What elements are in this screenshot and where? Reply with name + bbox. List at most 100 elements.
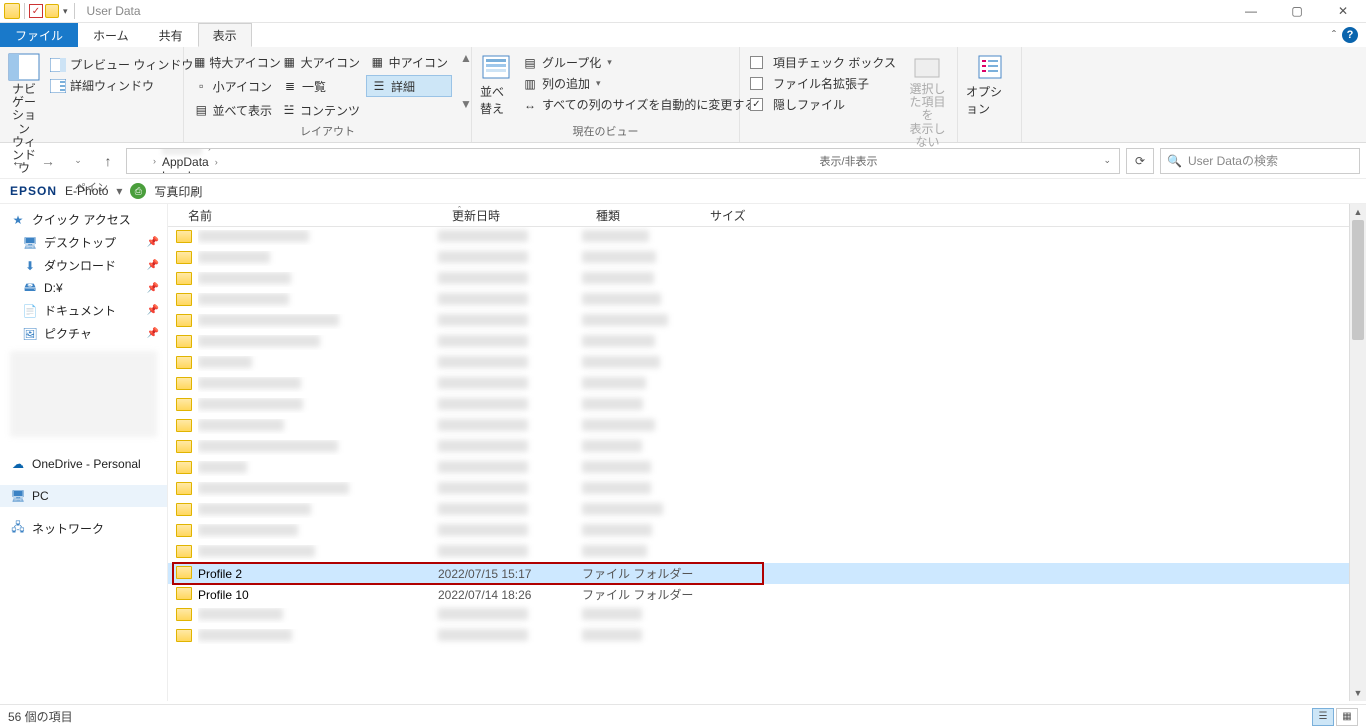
details-pane-button[interactable]: 詳細ウィンドウ: [46, 76, 197, 95]
nav-quick-item-0[interactable]: 🖥デスクトップ📌: [0, 231, 167, 254]
refresh-button[interactable]: ⟳: [1126, 148, 1154, 174]
star-icon: ★: [10, 212, 26, 228]
layout-details[interactable]: ☰詳細: [366, 75, 452, 97]
layout-large[interactable]: ▦大アイコン: [278, 51, 364, 73]
view-large-icons-button[interactable]: ▦: [1336, 708, 1358, 726]
back-button[interactable]: ←: [6, 149, 30, 173]
maximize-button[interactable]: ▢: [1274, 0, 1320, 23]
add-columns-button[interactable]: ▥列の追加▾: [518, 74, 760, 93]
table-row[interactable]: [168, 227, 1366, 248]
checkbox-item-checkboxes[interactable]: 項目チェック ボックス: [746, 53, 900, 72]
layout-scroll-down-icon[interactable]: ▼: [460, 97, 472, 111]
table-row[interactable]: [168, 500, 1366, 521]
scroll-up-icon[interactable]: ▲: [1350, 204, 1366, 220]
breadcrumb-5[interactable]: Local›: [160, 169, 227, 174]
scrollbar-thumb[interactable]: [1352, 220, 1364, 340]
nav-network[interactable]: 🖧 ネットワーク: [0, 517, 167, 540]
nav-quick-item-4[interactable]: 🖼ピクチャ📌: [0, 322, 167, 345]
table-row[interactable]: [168, 626, 1366, 647]
layout-small[interactable]: ▫小アイコン: [190, 75, 276, 97]
navigation-pane[interactable]: ★ クイック アクセス 🖥デスクトップ📌⬇ダウンロード📌🖴D:¥📌📄ドキュメント…: [0, 204, 168, 701]
pin-icon: 📌: [147, 305, 159, 316]
scroll-down-icon[interactable]: ▼: [1350, 685, 1366, 701]
help-icon[interactable]: ?: [1342, 27, 1358, 43]
qat-newfolder-icon[interactable]: [45, 4, 59, 18]
address-dropdown-icon[interactable]: ⌄: [1099, 155, 1115, 166]
picture-icon: 🖼: [22, 326, 38, 342]
table-row[interactable]: [168, 605, 1366, 626]
recent-locations-button[interactable]: ⌄: [66, 149, 90, 173]
checkbox-file-extensions[interactable]: ファイル名拡張子: [746, 74, 900, 93]
app-icon: [4, 3, 20, 19]
layout-medium[interactable]: ▦中アイコン: [366, 51, 452, 73]
nav-quick-item-3[interactable]: 📄ドキュメント📌: [0, 299, 167, 322]
epson-print-label[interactable]: 写真印刷: [154, 183, 202, 200]
table-row[interactable]: [168, 521, 1366, 542]
layout-extra-large[interactable]: ▦特大アイコン: [190, 51, 276, 73]
file-rows[interactable]: Profile 22022/07/15 15:17ファイル フォルダーProfi…: [168, 227, 1366, 701]
layout-scroll-up-icon[interactable]: ▲: [460, 51, 472, 65]
table-row[interactable]: [168, 332, 1366, 353]
column-size[interactable]: サイズ: [702, 204, 786, 226]
file-type: ファイル フォルダー: [582, 586, 802, 603]
sort-button[interactable]: 並べ替え: [478, 51, 514, 119]
checkbox-hidden-files[interactable]: ✓隠しファイル: [746, 95, 900, 114]
search-box[interactable]: 🔍 User Dataの検索: [1160, 148, 1360, 174]
tab-file[interactable]: ファイル: [0, 23, 78, 47]
address-bar[interactable]: › PC›OS (C:)›ユーザー››AppData›Local›Google›…: [126, 148, 1120, 174]
nav-quick-item-2[interactable]: 🖴D:¥📌: [0, 277, 167, 299]
table-row[interactable]: [168, 542, 1366, 563]
file-list-area: 名前 ˆ 更新日時 種類 サイズ Profile 22022/07/15 15:…: [168, 204, 1366, 701]
nav-quick-access[interactable]: ★ クイック アクセス: [0, 208, 167, 231]
column-name[interactable]: 名前: [180, 204, 444, 226]
pin-icon: 📌: [147, 328, 159, 339]
layout-list[interactable]: ≣一覧: [278, 75, 364, 97]
autosize-columns-button[interactable]: ↔すべての列のサイズを自動的に変更する: [518, 95, 760, 114]
vertical-scrollbar[interactable]: ▲ ▼: [1349, 204, 1366, 701]
table-row[interactable]: [168, 353, 1366, 374]
qat-dropdown-icon[interactable]: ▾: [61, 6, 70, 17]
table-row[interactable]: [168, 458, 1366, 479]
tab-home[interactable]: ホーム: [78, 23, 144, 47]
up-button[interactable]: ↑: [96, 149, 120, 173]
column-date[interactable]: 更新日時: [444, 204, 588, 226]
table-row[interactable]: [168, 479, 1366, 500]
table-row[interactable]: [168, 290, 1366, 311]
breadcrumb-3[interactable]: ›: [160, 148, 227, 156]
group-by-button[interactable]: ▤グループ化▾: [518, 53, 760, 72]
layout-tiles[interactable]: ▤並べて表示: [190, 99, 276, 121]
address-folder-icon: [131, 154, 147, 168]
download-icon: ⬇: [22, 258, 38, 274]
table-row[interactable]: Profile 102022/07/14 18:26ファイル フォルダー: [168, 584, 1366, 605]
table-row[interactable]: [168, 416, 1366, 437]
minimize-button[interactable]: —: [1228, 0, 1274, 23]
table-row[interactable]: [168, 395, 1366, 416]
options-button[interactable]: オプション: [964, 51, 1015, 119]
tab-share[interactable]: 共有: [144, 23, 198, 47]
folder-icon: [176, 566, 194, 582]
network-icon: 🖧: [10, 521, 26, 537]
status-bar: 56 個の項目 ☰ ▦: [0, 704, 1366, 728]
ribbon-collapse-icon[interactable]: ˆ: [1332, 28, 1336, 42]
table-row[interactable]: [168, 248, 1366, 269]
table-row[interactable]: [168, 437, 1366, 458]
layout-content[interactable]: ☱コンテンツ: [278, 99, 364, 121]
nav-onedrive[interactable]: ☁ OneDrive - Personal: [0, 453, 167, 475]
table-row[interactable]: [168, 374, 1366, 395]
view-details-button[interactable]: ☰: [1312, 708, 1334, 726]
table-row[interactable]: Profile 22022/07/15 15:17ファイル フォルダー: [168, 563, 1366, 584]
desktop-icon: 🖥: [22, 235, 38, 251]
qat-properties-icon[interactable]: ✓: [29, 4, 43, 18]
nav-quick-item-1[interactable]: ⬇ダウンロード📌: [0, 254, 167, 277]
column-type[interactable]: 種類: [588, 204, 702, 226]
tab-view[interactable]: 表示: [198, 23, 252, 47]
column-headers[interactable]: 名前 ˆ 更新日時 種類 サイズ: [168, 204, 1366, 227]
table-row[interactable]: [168, 311, 1366, 332]
nav-pc[interactable]: 🖥 PC: [0, 485, 167, 507]
window-title: User Data: [87, 4, 141, 18]
breadcrumb-4[interactable]: AppData›: [160, 155, 227, 169]
table-row[interactable]: [168, 269, 1366, 290]
file-date: 2022/07/14 18:26: [438, 588, 582, 602]
close-button[interactable]: ✕: [1320, 0, 1366, 23]
preview-pane-button[interactable]: プレビュー ウィンドウ: [46, 55, 197, 74]
